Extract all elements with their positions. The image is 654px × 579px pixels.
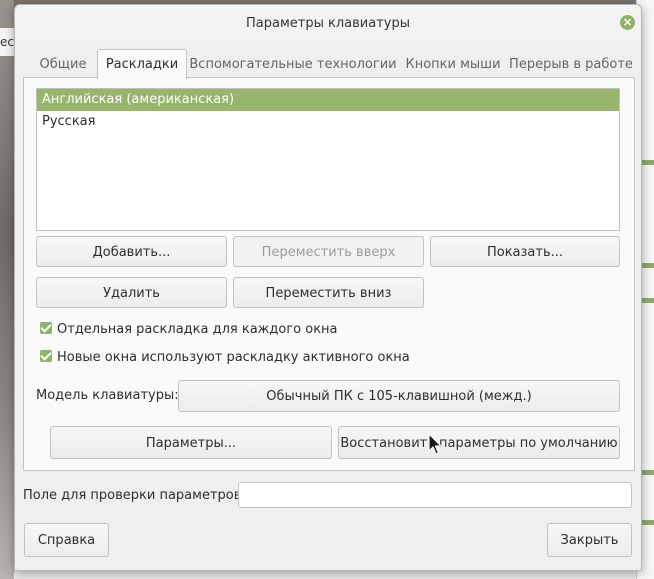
per-window-layout-checkbox[interactable]: Отдельная раскладка для каждого окна bbox=[40, 322, 338, 338]
new-windows-layout-checkbox[interactable]: Новые окна используют раскладку активног… bbox=[40, 350, 410, 366]
checkbox-checked-icon[interactable] bbox=[40, 322, 52, 334]
test-input[interactable] bbox=[238, 482, 632, 508]
add-layout-button[interactable]: Добавить... bbox=[36, 236, 227, 267]
tab-layouts[interactable]: Раскладки bbox=[97, 49, 187, 79]
layout-list[interactable]: Английская (американская) Русская bbox=[36, 88, 620, 231]
layouts-panel: Английская (американская) Русская Добави… bbox=[23, 77, 635, 471]
options-button[interactable]: Параметры... bbox=[50, 426, 332, 459]
background-window-left-text: ec bbox=[0, 28, 14, 56]
remove-layout-button[interactable]: Удалить bbox=[36, 277, 227, 308]
checkbox-checked-icon[interactable] bbox=[40, 350, 52, 362]
tab-general[interactable]: Общие bbox=[33, 53, 93, 77]
test-field-label: Поле для проверки параметров: bbox=[23, 488, 246, 503]
tab-mouse-keys[interactable]: Кнопки мыши bbox=[401, 53, 505, 77]
reset-defaults-button[interactable]: Восстановить параметры по умолчанию bbox=[338, 426, 620, 459]
keyboard-model-label: Модель клавиатуры: bbox=[36, 388, 179, 403]
list-item-english[interactable]: Английская (американская) bbox=[37, 89, 619, 111]
new-windows-layout-label: Новые окна используют раскладку активног… bbox=[57, 350, 410, 365]
list-item-russian[interactable]: Русская bbox=[37, 111, 619, 133]
help-button[interactable]: Справка bbox=[24, 523, 109, 557]
titlebar[interactable]: Параметры клавиатуры × bbox=[15, 5, 641, 41]
keyboard-settings-dialog: Параметры клавиатуры × Общие Раскладки В… bbox=[14, 4, 642, 571]
tab-bar: Общие Раскладки Вспомогательные технолог… bbox=[23, 49, 633, 79]
per-window-layout-label: Отдельная раскладка для каждого окна bbox=[57, 322, 338, 337]
window-title: Параметры клавиатуры bbox=[246, 16, 410, 31]
background-window-left bbox=[0, 0, 14, 579]
move-down-button[interactable]: Переместить вниз bbox=[233, 277, 424, 308]
move-up-button[interactable]: Переместить вверх bbox=[233, 236, 424, 267]
close-button[interactable]: Закрыть bbox=[547, 523, 632, 557]
keyboard-model-button[interactable]: Обычный ПК с 105-клавишной (межд.) bbox=[178, 380, 620, 412]
close-icon: × bbox=[622, 15, 633, 29]
tab-typing-break[interactable]: Перерыв в работе bbox=[509, 53, 633, 77]
tab-accessibility[interactable]: Вспомогательные технологии bbox=[189, 53, 397, 77]
show-layout-button[interactable]: Показать... bbox=[430, 236, 620, 267]
close-window-button[interactable]: × bbox=[620, 15, 635, 30]
